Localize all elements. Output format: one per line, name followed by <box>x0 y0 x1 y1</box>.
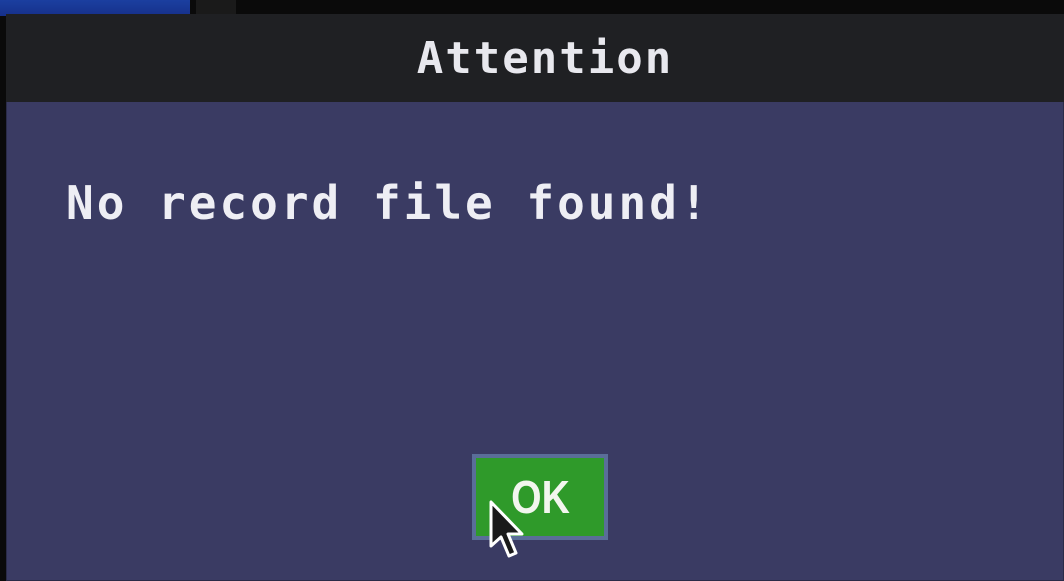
background-element-fragment <box>196 0 236 14</box>
ok-button[interactable]: OK <box>472 454 608 540</box>
dialog-message: No record file found! <box>66 176 711 230</box>
dialog-title: Attention <box>416 32 674 84</box>
dvr-screen: Attention No record file found! OK <box>0 0 1064 581</box>
ok-button-label: OK <box>510 471 570 523</box>
attention-dialog: Attention No record file found! OK <box>6 14 1064 581</box>
dialog-titlebar: Attention <box>6 14 1064 102</box>
